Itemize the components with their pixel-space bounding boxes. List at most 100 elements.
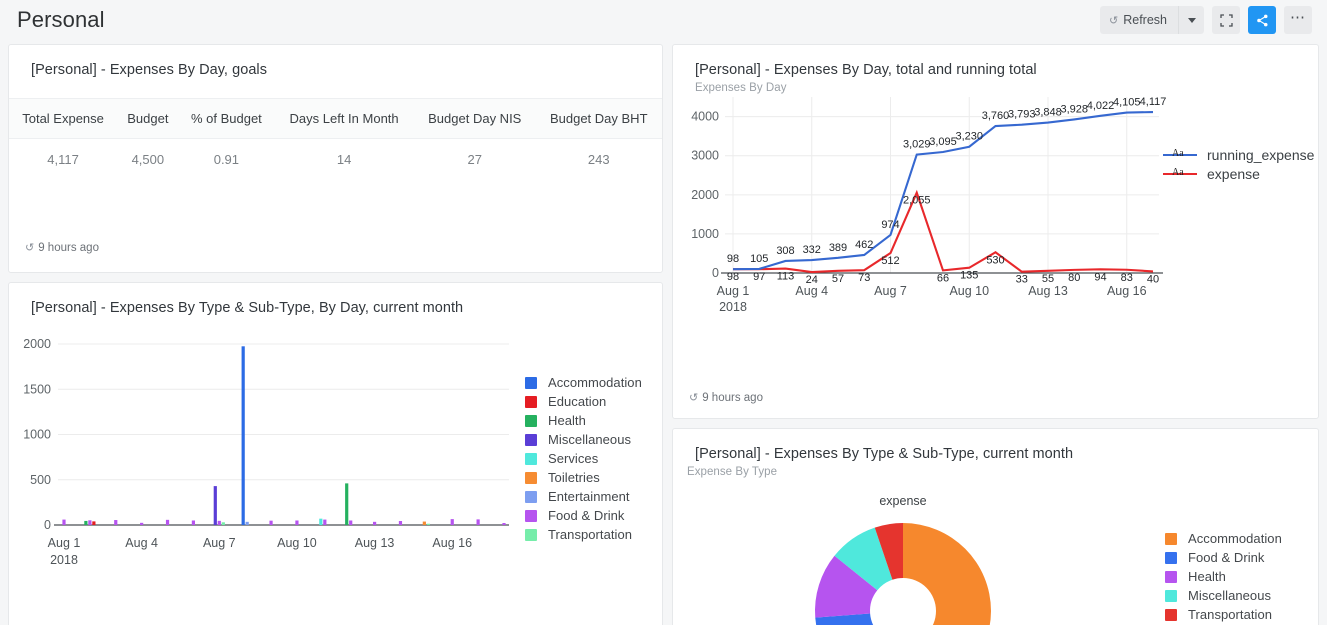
table-column-header[interactable]: Budget Day NIS (414, 98, 536, 139)
legend-item[interactable]: Transportation (525, 525, 642, 544)
svg-text:113: 113 (777, 271, 795, 283)
bar (165, 519, 170, 525)
svg-text:97: 97 (753, 271, 765, 283)
more-options-button[interactable]: ⋯ (1284, 6, 1312, 34)
svg-text:530: 530 (986, 254, 1004, 266)
legend-label: Services (548, 451, 599, 466)
svg-text:3,793: 3,793 (1008, 109, 1036, 121)
bar (422, 521, 426, 525)
share-button[interactable] (1248, 6, 1276, 34)
bar (349, 520, 353, 525)
table-column-header[interactable]: % of Budget (178, 98, 275, 139)
table-column-header[interactable]: Budget Day BHT (535, 98, 662, 139)
legend-item[interactable]: Aa expense (1163, 164, 1314, 183)
legend-item[interactable]: Miscellaneous (1165, 586, 1282, 605)
refresh-icon: ↺ (25, 242, 35, 254)
legend-item[interactable]: Toiletries (525, 468, 642, 487)
bar (450, 519, 454, 525)
svg-text:2000: 2000 (691, 188, 719, 202)
line-chart[interactable]: 0 1000 2000 3000 4000 98 105 308 332 389 462 974 3,0… (673, 93, 1166, 353)
donut-chart[interactable]: expense23.8% (783, 491, 1123, 625)
svg-text:4000: 4000 (691, 110, 719, 124)
table-row: 4,117 4,500 0.91 14 27 243 (9, 139, 662, 181)
legend-label: expense (1207, 165, 1260, 182)
svg-text:40: 40 (1147, 273, 1159, 285)
bar (345, 483, 349, 525)
page-title: Personal (17, 7, 105, 32)
svg-text:Aug 1: Aug 1 (48, 536, 81, 550)
legend-item[interactable]: Miscellaneous (525, 430, 642, 449)
legend-item[interactable]: Accommodation (1165, 529, 1282, 548)
svg-text:33: 33 (1016, 274, 1028, 286)
legend-item[interactable]: Accommodation (525, 373, 642, 392)
bar (323, 519, 327, 525)
panel-title: [Personal] - Expenses By Day, goals (31, 62, 268, 78)
svg-text:0: 0 (712, 266, 719, 280)
panel-subtitle: Expense By Type (687, 466, 778, 478)
legend-color-swatch (525, 528, 537, 541)
refresh-button[interactable]: ↺ Refresh (1100, 6, 1178, 34)
legend-item[interactable]: Food & Drink (1165, 548, 1282, 567)
bar (269, 520, 273, 525)
bar (372, 521, 377, 525)
bar (241, 346, 245, 525)
svg-text:135: 135 (960, 270, 978, 282)
legend-item[interactable]: Aa running_expense (1163, 145, 1314, 164)
table-cell: 4,117 (47, 152, 79, 167)
bar (476, 519, 480, 525)
legend-item[interactable]: Transportation (1165, 605, 1282, 624)
legend-item[interactable]: Health (525, 411, 642, 430)
svg-text:3,029: 3,029 (903, 139, 931, 151)
goals-table: Total Expense Budget% of Budget Days Left … (9, 98, 662, 180)
refresh-button-group: ↺ Refresh (1100, 6, 1204, 34)
legend-label: Miscellaneous (1188, 588, 1272, 603)
legend-label: running_expense (1207, 146, 1315, 163)
legend-item[interactable]: Education (525, 392, 642, 411)
svg-text:389: 389 (829, 242, 847, 254)
bar (221, 522, 225, 525)
legend-label: Food & Drink (1188, 550, 1265, 565)
fullscreen-button[interactable] (1212, 6, 1240, 34)
svg-text:4,022: 4,022 (1087, 100, 1115, 112)
svg-text:974: 974 (881, 219, 899, 231)
legend-color-swatch (525, 471, 537, 484)
share-icon (1256, 14, 1268, 26)
legend-label: Health (548, 413, 586, 428)
bar (191, 520, 196, 525)
panel-expenses-by-type-subtype-by-day: [Personal] - Expenses By Type & Sub-Type… (8, 282, 663, 625)
panel-refresh-note: ↺ 9 hours ago (25, 241, 99, 255)
legend-color-swatch (1165, 570, 1177, 583)
legend-item[interactable]: Food & Drink (525, 506, 642, 525)
legend-color-swatch (525, 433, 537, 446)
bar (62, 519, 66, 525)
svg-text:98: 98 (727, 271, 739, 283)
legend-item[interactable]: Entertainment (525, 487, 642, 506)
bar (114, 520, 118, 525)
bar-chart[interactable]: 0 500 1000 1500 2000 Aug 1 2018 Aug 4 Aug 7 Aug 1… (9, 325, 519, 595)
svg-text:Aug 13: Aug 13 (355, 536, 395, 550)
svg-text:308: 308 (776, 245, 794, 257)
table-column-header[interactable]: Budget (117, 98, 179, 139)
svg-text:83: 83 (1121, 272, 1133, 284)
legend-label: Accommodation (1188, 531, 1282, 546)
table-column-header[interactable]: Total Expense (9, 98, 118, 139)
refresh-label: Refresh (1123, 13, 1167, 27)
legend-color-swatch (525, 452, 537, 465)
legend-line-marker: Aa (1163, 167, 1197, 180)
refresh-options-button[interactable] (1178, 6, 1204, 34)
table-column-header[interactable]: Days Left In Month (274, 98, 415, 139)
bar (213, 486, 217, 525)
legend-color-swatch (1165, 589, 1177, 602)
table-header-row: Total Expense Budget% of Budget Days Left … (9, 98, 662, 139)
svg-text:Aug 13: Aug 13 (1028, 284, 1068, 298)
legend-item[interactable]: Health (1165, 567, 1282, 586)
legend-item[interactable]: Services (525, 449, 642, 468)
svg-text:Aug 16: Aug 16 (1107, 284, 1147, 298)
bar (217, 520, 221, 525)
svg-text:3,928: 3,928 (1060, 103, 1088, 115)
svg-text:3,230: 3,230 (955, 131, 983, 143)
svg-text:expense: expense (879, 494, 926, 508)
svg-text:3000: 3000 (691, 149, 719, 163)
refresh-note-text: 9 hours ago (702, 391, 763, 404)
bar-chart-legend: Accommodation Education Health Miscellaneou… (525, 373, 642, 544)
